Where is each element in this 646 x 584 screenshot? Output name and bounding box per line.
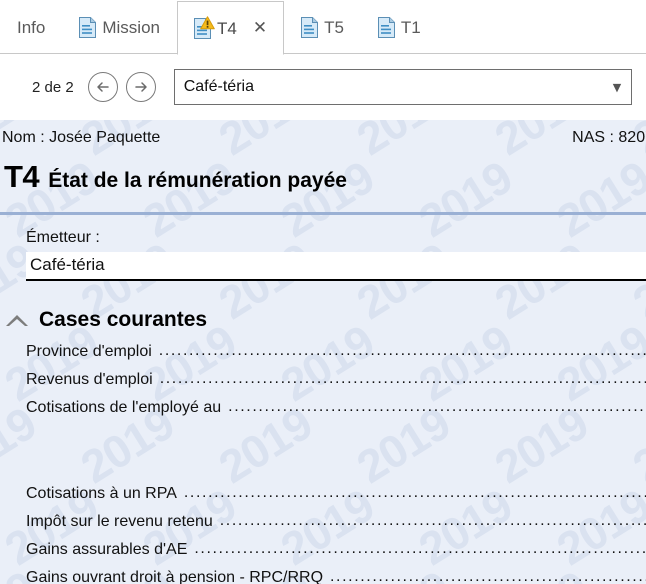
tab-t5[interactable]: T5 xyxy=(284,1,361,54)
tab-mission[interactable]: Mission xyxy=(62,1,177,54)
tab-mission-label: Mission xyxy=(102,18,160,37)
tab-info[interactable]: Info xyxy=(0,1,62,54)
arrow-right-icon xyxy=(133,79,149,95)
tab-t4-label: T4 xyxy=(216,18,237,38)
field-row[interactable]: Gains assurables d'AE...................… xyxy=(26,541,646,569)
dotted-leader: ........................................… xyxy=(330,569,646,584)
tab-t1-label: T1 xyxy=(400,18,421,37)
field-row-label: Cotisations à un RPA xyxy=(26,485,177,502)
tab-t5-label: T5 xyxy=(324,18,344,37)
field-row-label: Impôt sur le revenu retenu xyxy=(26,513,213,530)
chevron-up-icon[interactable] xyxy=(4,312,30,329)
field-row[interactable]: Province d'emploi.......................… xyxy=(26,343,646,371)
record-counter: 2 de 2 xyxy=(32,78,74,96)
field-row-label: Gains ouvrant droit à pension - RPC/RRQ xyxy=(26,569,324,584)
next-record-button[interactable] xyxy=(125,72,156,102)
taxpayer-name: Nom : Josée Paquette xyxy=(2,129,161,146)
arrow-left-icon xyxy=(95,79,111,95)
form-code: T4 xyxy=(4,159,40,194)
previous-record-button[interactable] xyxy=(87,72,118,102)
form-title-text: État de la rémunération payée xyxy=(48,169,347,192)
dotted-leader: ........................................… xyxy=(158,343,646,359)
record-navigation-bar: 2 de 2 Café-téria ▼ xyxy=(0,54,646,120)
record-select-value: Café-téria xyxy=(183,78,254,95)
tab-bar: Info Mission T4 ✕ T5 T1 xyxy=(0,0,646,55)
section-title: Cases courantes xyxy=(39,308,208,331)
field-row[interactable]: Cotisations de l'employé au.............… xyxy=(26,399,646,427)
issuer-label: Émetteur : xyxy=(26,229,100,246)
tab-info-label: Info xyxy=(17,18,46,37)
field-row-label: Gains assurables d'AE xyxy=(26,541,188,558)
field-row[interactable]: Impôt sur le revenu retenu..............… xyxy=(26,513,646,541)
issuer-field-block: Émetteur : Café-téria xyxy=(0,215,646,281)
tab-t4[interactable]: T4 ✕ xyxy=(176,1,285,55)
chevron-down-icon[interactable]: ▼ xyxy=(603,81,631,94)
dotted-leader: ........................................… xyxy=(183,485,646,501)
row-spacer xyxy=(26,427,646,485)
application-window: Info Mission T4 ✕ T5 T1 2 de 2 Café-téri… xyxy=(0,0,646,584)
form-title: T4 État de la rémunération payée xyxy=(0,147,646,195)
field-row[interactable]: Cotisations à un RPA....................… xyxy=(26,485,646,513)
document-icon xyxy=(377,17,395,38)
document-icon xyxy=(193,15,215,39)
dotted-leader: ........................................… xyxy=(228,399,646,415)
dotted-leader: ........................................… xyxy=(159,371,646,387)
close-icon[interactable]: ✕ xyxy=(253,19,267,37)
document-icon xyxy=(301,17,319,38)
field-rows: Province d'emploi.......................… xyxy=(0,332,646,584)
field-row-label: Province d'emploi xyxy=(26,343,152,360)
dotted-leader: ........................................… xyxy=(194,541,646,557)
issuer-input[interactable]: Café-téria xyxy=(26,252,646,281)
record-select-dropdown[interactable]: Café-téria ▼ xyxy=(173,69,632,105)
form-canvas: 2019 2019 2019 2019 2019 2019 2019 2019 2019 2019… xyxy=(0,120,646,584)
section-header-cases-courantes[interactable]: Cases courantes xyxy=(0,281,646,332)
document-icon xyxy=(79,17,97,38)
dotted-leader: ........................................… xyxy=(219,513,646,529)
form-content: Nom : Josée Paquette NAS : 8207 T4 État … xyxy=(0,120,646,584)
field-row[interactable]: Revenus d'emploi........................… xyxy=(26,371,646,399)
field-row-label: Cotisations de l'employé au xyxy=(26,399,222,416)
tab-t1[interactable]: T1 xyxy=(361,1,438,54)
field-row[interactable]: Gains ouvrant droit à pension - RPC/RRQ.… xyxy=(26,569,646,584)
field-row-label: Revenus d'emploi xyxy=(26,371,153,388)
warning-triangle-icon xyxy=(200,15,215,30)
taxpayer-sin: NAS : 8207 xyxy=(572,129,646,146)
taxpayer-identification-line: Nom : Josée Paquette NAS : 8207 xyxy=(0,120,646,147)
